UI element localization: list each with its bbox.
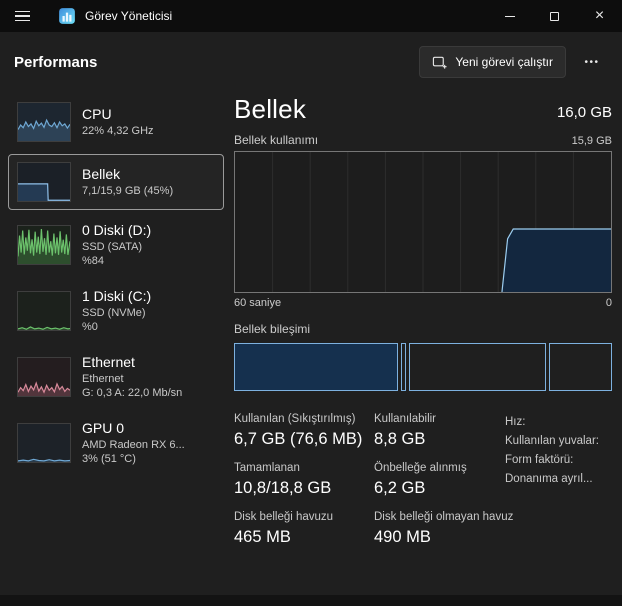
memory-usage-graph: [234, 151, 612, 293]
more-options-button[interactable]: •••: [574, 46, 610, 78]
minimize-icon: [505, 16, 515, 17]
sidebar-item-ethernet[interactable]: Ethernet Ethernet G: 0,3 A: 22,0 Mb/sn: [8, 346, 224, 408]
close-icon: ×: [595, 8, 604, 24]
sidebar-item-title: GPU 0: [82, 420, 185, 437]
hw-label-speed: Hız:: [505, 413, 611, 432]
usage-chart-max: 15,9 GB: [572, 135, 612, 147]
stat-value: 6,7 GB (76,6 MB): [234, 430, 374, 449]
total-memory-value: 16,0 GB: [557, 104, 612, 125]
sidebar-item-detail2: G: 0,3 A: 22,0 Mb/sn: [82, 386, 182, 400]
hw-label-form-factor: Form faktörü:: [505, 451, 611, 470]
sidebar-item-disk0[interactable]: 0 Diski (D:) SSD (SATA) %84: [8, 214, 224, 276]
gpu-mini-graph: [17, 423, 71, 463]
page-title: Performans: [14, 54, 97, 71]
stat-value: 8,8 GB: [374, 430, 499, 449]
titlebar: Görev Yöneticisi ×: [0, 0, 622, 32]
task-manager-window: Görev Yöneticisi × Performans Yeni görev…: [0, 0, 622, 606]
sidebar-item-detail: SSD (NVMe): [82, 306, 151, 320]
cpu-mini-graph: [17, 102, 71, 142]
performance-sidebar: CPU 22% 4,32 GHz Bellek 7,1/15,9 GB (45%…: [8, 88, 224, 595]
stat-non-paged-pool: Disk belleği olmayan havuz 490 MB: [374, 511, 499, 547]
stat-available: Kullanılabilir 8,8 GB: [374, 413, 499, 449]
page-header: Performans Yeni görevi çalıştır •••: [0, 32, 622, 86]
sidebar-item-cpu[interactable]: CPU 22% 4,32 GHz: [8, 94, 224, 150]
segment-free: [549, 343, 611, 391]
hamburger-menu-button[interactable]: [0, 0, 44, 32]
memory-detail-panel: Bellek 16,0 GB Bellek kullanımı 15,9 GB …: [224, 88, 612, 595]
sidebar-item-disk1[interactable]: 1 Diski (C:) SSD (NVMe) %0: [8, 280, 224, 342]
segment-in-use: [234, 343, 398, 391]
stat-label: Önbelleğe alınmış: [374, 462, 499, 474]
task-manager-app-icon: [58, 7, 76, 25]
disk0-mini-graph: [17, 225, 71, 265]
sidebar-item-detail: Ethernet: [82, 372, 182, 386]
sidebar-item-title: 0 Diski (D:): [82, 222, 151, 239]
segment-modified: [401, 343, 406, 391]
close-button[interactable]: ×: [577, 0, 622, 32]
stat-label: Tamamlanan: [234, 462, 374, 474]
sidebar-item-title: CPU: [82, 106, 154, 123]
segment-standby: [409, 343, 546, 391]
stat-in-use: Kullanılan (Sıkıştırılmış) 6,7 GB (76,6 …: [234, 413, 374, 449]
run-new-task-button[interactable]: Yeni görevi çalıştır: [419, 46, 566, 78]
hw-label-hardware-reserved: Donanıma ayrıl...: [505, 470, 611, 489]
hamburger-icon: [15, 11, 30, 13]
stat-label: Kullanılabilir: [374, 413, 499, 425]
memory-stats: Kullanılan (Sıkıştırılmış) 6,7 GB (76,6 …: [234, 413, 612, 547]
stat-value: 10,8/18,8 GB: [234, 479, 374, 498]
stat-label: Kullanılan (Sıkıştırılmış): [234, 413, 374, 425]
stat-committed: Tamamlanan 10,8/18,8 GB: [234, 462, 374, 498]
stat-label: Disk belleği havuzu: [234, 511, 374, 523]
sidebar-item-title: Bellek: [82, 166, 173, 183]
time-axis-left: 60 saniye: [234, 297, 281, 309]
stat-value: 490 MB: [374, 528, 499, 547]
sidebar-item-detail: 22% 4,32 GHz: [82, 124, 154, 138]
sidebar-item-detail: SSD (SATA): [82, 240, 151, 254]
sidebar-item-title: Ethernet: [82, 354, 182, 371]
stat-label: Disk belleği olmayan havuz: [374, 511, 499, 523]
sidebar-item-memory[interactable]: Bellek 7,1/15,9 GB (45%): [8, 154, 224, 210]
window-bottom-edge: [0, 595, 622, 606]
sidebar-item-title: 1 Diski (C:): [82, 288, 151, 305]
memory-usage-graph-svg: [235, 152, 611, 292]
stat-value: 465 MB: [234, 528, 374, 547]
sidebar-item-detail2: %0: [82, 320, 151, 334]
content: CPU 22% 4,32 GHz Bellek 7,1/15,9 GB (45%…: [0, 86, 622, 595]
maximize-button[interactable]: [532, 0, 577, 32]
sidebar-item-detail: AMD Radeon RX 6...: [82, 438, 185, 452]
stat-value: 6,2 GB: [374, 479, 499, 498]
disk1-mini-graph: [17, 291, 71, 331]
sidebar-item-detail2: %84: [82, 254, 151, 268]
run-new-task-label: Yeni görevi çalıştır: [455, 55, 553, 69]
stat-paged-pool: Disk belleği havuzu 465 MB: [234, 511, 374, 547]
panel-title: Bellek: [234, 94, 306, 125]
sidebar-item-detail2: 3% (51 °C): [82, 452, 185, 466]
sidebar-item-detail: 7,1/15,9 GB (45%): [82, 184, 173, 198]
memory-mini-graph: [17, 162, 71, 202]
more-options-icon: •••: [584, 57, 599, 68]
sidebar-item-gpu[interactable]: GPU 0 AMD Radeon RX 6... 3% (51 °C): [8, 412, 224, 474]
time-axis-right: 0: [606, 297, 612, 309]
maximize-icon: [550, 12, 559, 21]
usage-chart-label: Bellek kullanımı: [234, 133, 318, 147]
memory-composition-bar: [234, 343, 612, 391]
hw-label-slots-used: Kullanılan yuvalar:: [505, 432, 611, 451]
composition-label: Bellek bileşimi: [234, 322, 612, 336]
minimize-button[interactable]: [487, 0, 532, 32]
stat-cached: Önbelleğe alınmış 6,2 GB: [374, 462, 499, 498]
run-new-task-icon: [432, 55, 447, 70]
hardware-info-labels: Hız: Kullanılan yuvalar: Form faktörü: D…: [505, 413, 611, 489]
ethernet-mini-graph: [17, 357, 71, 397]
window-title: Görev Yöneticisi: [85, 9, 172, 23]
